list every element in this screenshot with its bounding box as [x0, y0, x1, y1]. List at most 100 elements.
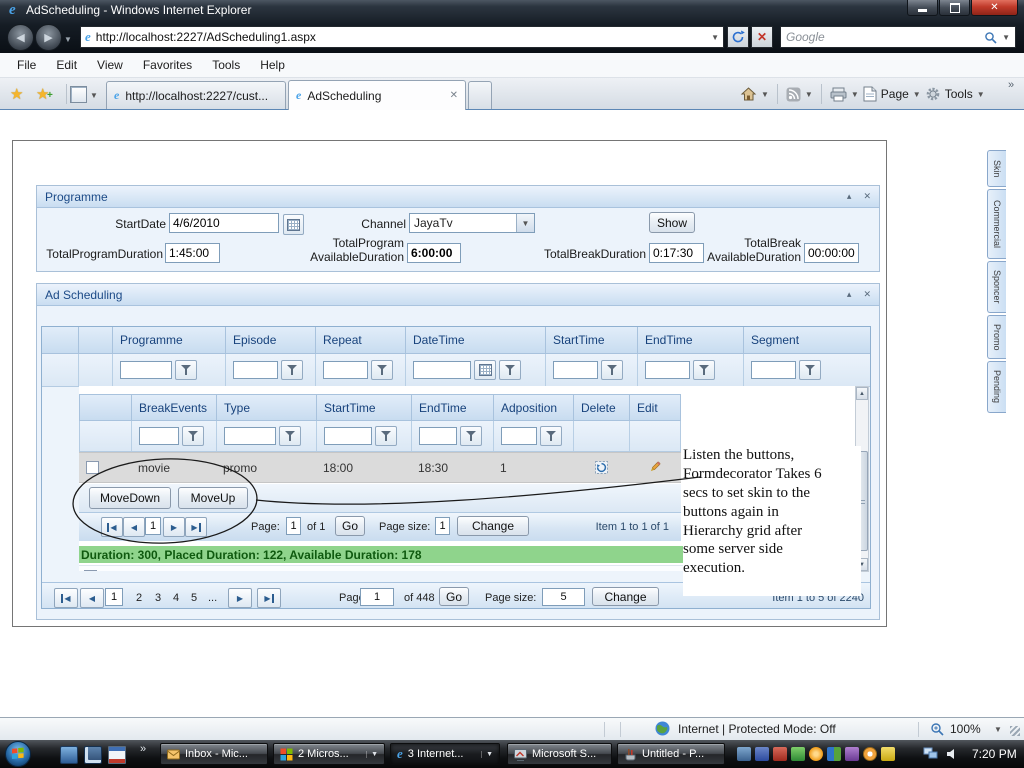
pager-last-button[interactable]: ▶	[185, 517, 207, 537]
menu-help[interactable]: Help	[251, 55, 294, 75]
col-programme[interactable]: Programme	[113, 327, 226, 353]
pager-next-button[interactable]: ▶	[163, 517, 185, 537]
channel-dropdown[interactable]: JayaTv ▼	[409, 213, 535, 233]
pager-first-button[interactable]: ◀	[101, 517, 123, 537]
pager-prev-button[interactable]: ◀	[80, 588, 104, 608]
change-button[interactable]: Change	[457, 516, 529, 536]
url-text[interactable]: http://localhost:2227/AdScheduling1.aspx	[96, 30, 706, 44]
filter-input[interactable]	[751, 361, 796, 379]
col-delete[interactable]: Delete	[574, 395, 630, 420]
search-dropdown-icon[interactable]: ▼	[1002, 33, 1010, 42]
taskbar-button-internet-explorer[interactable]: e 3 Internet... ▼	[390, 743, 500, 765]
page-number-input[interactable]	[286, 517, 301, 535]
panel-close-icon[interactable]: ✕	[863, 289, 871, 300]
search-icon[interactable]	[984, 31, 997, 44]
break-event-row[interactable]: movie promo 18:00 18:30 1	[79, 452, 681, 483]
pager-page-3[interactable]: 3	[155, 592, 161, 604]
menu-tools[interactable]: Tools	[203, 55, 249, 75]
filter-input[interactable]	[233, 361, 278, 379]
pager-page-5[interactable]: 5	[191, 592, 197, 604]
side-tab-sponcer[interactable]: Sponcer	[987, 261, 1006, 313]
filter-input[interactable]	[645, 361, 690, 379]
start-button[interactable]	[4, 740, 32, 768]
filter-button[interactable]	[281, 360, 303, 380]
tray-reminder-clock-icon[interactable]	[863, 747, 877, 761]
col-starttime[interactable]: StartTime	[317, 395, 412, 420]
taskbar-clock[interactable]: 7:20 PM	[972, 747, 1017, 761]
home-icon[interactable]	[740, 86, 757, 102]
address-dropdown-icon[interactable]: ▼	[711, 33, 719, 42]
col-edit[interactable]: Edit	[630, 395, 680, 420]
search-placeholder[interactable]: Google	[786, 30, 979, 44]
col-endtime[interactable]: EndTime	[638, 327, 744, 353]
pager-last-button[interactable]: ▶	[257, 588, 281, 608]
quick-tabs-dropdown-icon[interactable]: ▼	[90, 91, 98, 100]
tray-red-pinwheel-icon[interactable]	[773, 747, 787, 761]
filter-button[interactable]	[371, 360, 393, 380]
col-repeat[interactable]: Repeat	[316, 327, 406, 353]
pager-next-button[interactable]: ▶	[228, 588, 252, 608]
panel-collapse-icon[interactable]: ▴	[847, 191, 852, 202]
total-program-available-input[interactable]	[407, 243, 461, 263]
page-size-input[interactable]	[435, 517, 450, 535]
tools-gear-icon[interactable]	[925, 86, 941, 102]
tab-label[interactable]: AdScheduling	[307, 89, 443, 103]
total-break-available-input[interactable]	[804, 243, 859, 263]
tray-session-icon[interactable]	[737, 747, 751, 761]
tools-menu-label[interactable]: Tools	[945, 87, 973, 101]
change-button[interactable]: Change	[592, 587, 659, 606]
programme-panel-header[interactable]: Programme ▴ ✕	[37, 186, 879, 208]
new-tab-stub[interactable]	[468, 81, 492, 109]
quick-launch-chevron-icon[interactable]: »	[140, 743, 146, 755]
filter-button[interactable]	[499, 360, 521, 380]
tray-gear-icon[interactable]	[755, 747, 769, 761]
home-dropdown-icon[interactable]: ▼	[761, 90, 769, 99]
row-checkbox[interactable]	[84, 570, 97, 571]
overflow-chevron-icon[interactable]: »	[1008, 79, 1014, 91]
network-status-icon[interactable]	[923, 747, 939, 761]
col-starttime[interactable]: StartTime	[546, 327, 638, 353]
menu-favorites[interactable]: Favorites	[134, 55, 201, 75]
zoom-magnifier-icon[interactable]	[930, 722, 944, 736]
quick-launch-app-icon[interactable]	[108, 746, 126, 764]
filter-input[interactable]	[501, 427, 537, 445]
filter-button[interactable]	[279, 426, 301, 446]
forward-button[interactable]: ▶	[35, 24, 62, 51]
total-break-duration-input[interactable]	[649, 243, 704, 263]
go-button[interactable]: Go	[335, 516, 365, 536]
moveup-button[interactable]: MoveUp	[178, 487, 248, 509]
pager-prev-button[interactable]: ◀	[123, 517, 145, 537]
taskbar-button-microsoft-s[interactable]: Microsoft S...	[507, 743, 612, 765]
panel-collapse-icon[interactable]: ▴	[847, 289, 852, 300]
scroll-up-button[interactable]: ▲	[856, 387, 868, 400]
col-episode[interactable]: Episode	[226, 327, 316, 353]
page-dropdown-icon[interactable]: ▼	[913, 90, 921, 99]
startdate-calendar-button[interactable]	[283, 214, 304, 235]
tray-purple-app-icon[interactable]	[845, 747, 859, 761]
close-button[interactable]: ✕	[971, 0, 1018, 16]
quick-launch-switcher-icon[interactable]	[84, 746, 102, 764]
history-dropdown-icon[interactable]: ▼	[64, 35, 72, 44]
menu-view[interactable]: View	[88, 55, 132, 75]
feeds-icon[interactable]	[786, 87, 801, 102]
pager-first-button[interactable]: ◀	[54, 588, 78, 608]
taskbar-button-paint[interactable]: Untitled - P...	[617, 743, 725, 765]
favorites-star-icon[interactable]: ★	[10, 85, 23, 103]
tray-yellow-badge-icon[interactable]	[881, 747, 895, 761]
filter-input[interactable]	[224, 427, 276, 445]
col-type[interactable]: Type	[217, 395, 317, 420]
resize-grip[interactable]	[1010, 726, 1020, 736]
startdate-input[interactable]	[169, 213, 279, 233]
filter-button[interactable]	[460, 426, 482, 446]
menu-edit[interactable]: Edit	[47, 55, 86, 75]
col-datetime[interactable]: DateTime	[406, 327, 546, 353]
refresh-button[interactable]	[727, 26, 749, 48]
back-button[interactable]: ◀	[7, 24, 34, 51]
pager-ellipsis[interactable]: ...	[208, 592, 217, 604]
col-segment[interactable]: Segment	[744, 327, 870, 353]
filter-input[interactable]	[323, 361, 368, 379]
feeds-dropdown-icon[interactable]: ▼	[805, 90, 813, 99]
filter-input[interactable]	[324, 427, 372, 445]
tray-green-arrow-icon[interactable]	[791, 747, 805, 761]
filter-input[interactable]	[413, 361, 471, 379]
